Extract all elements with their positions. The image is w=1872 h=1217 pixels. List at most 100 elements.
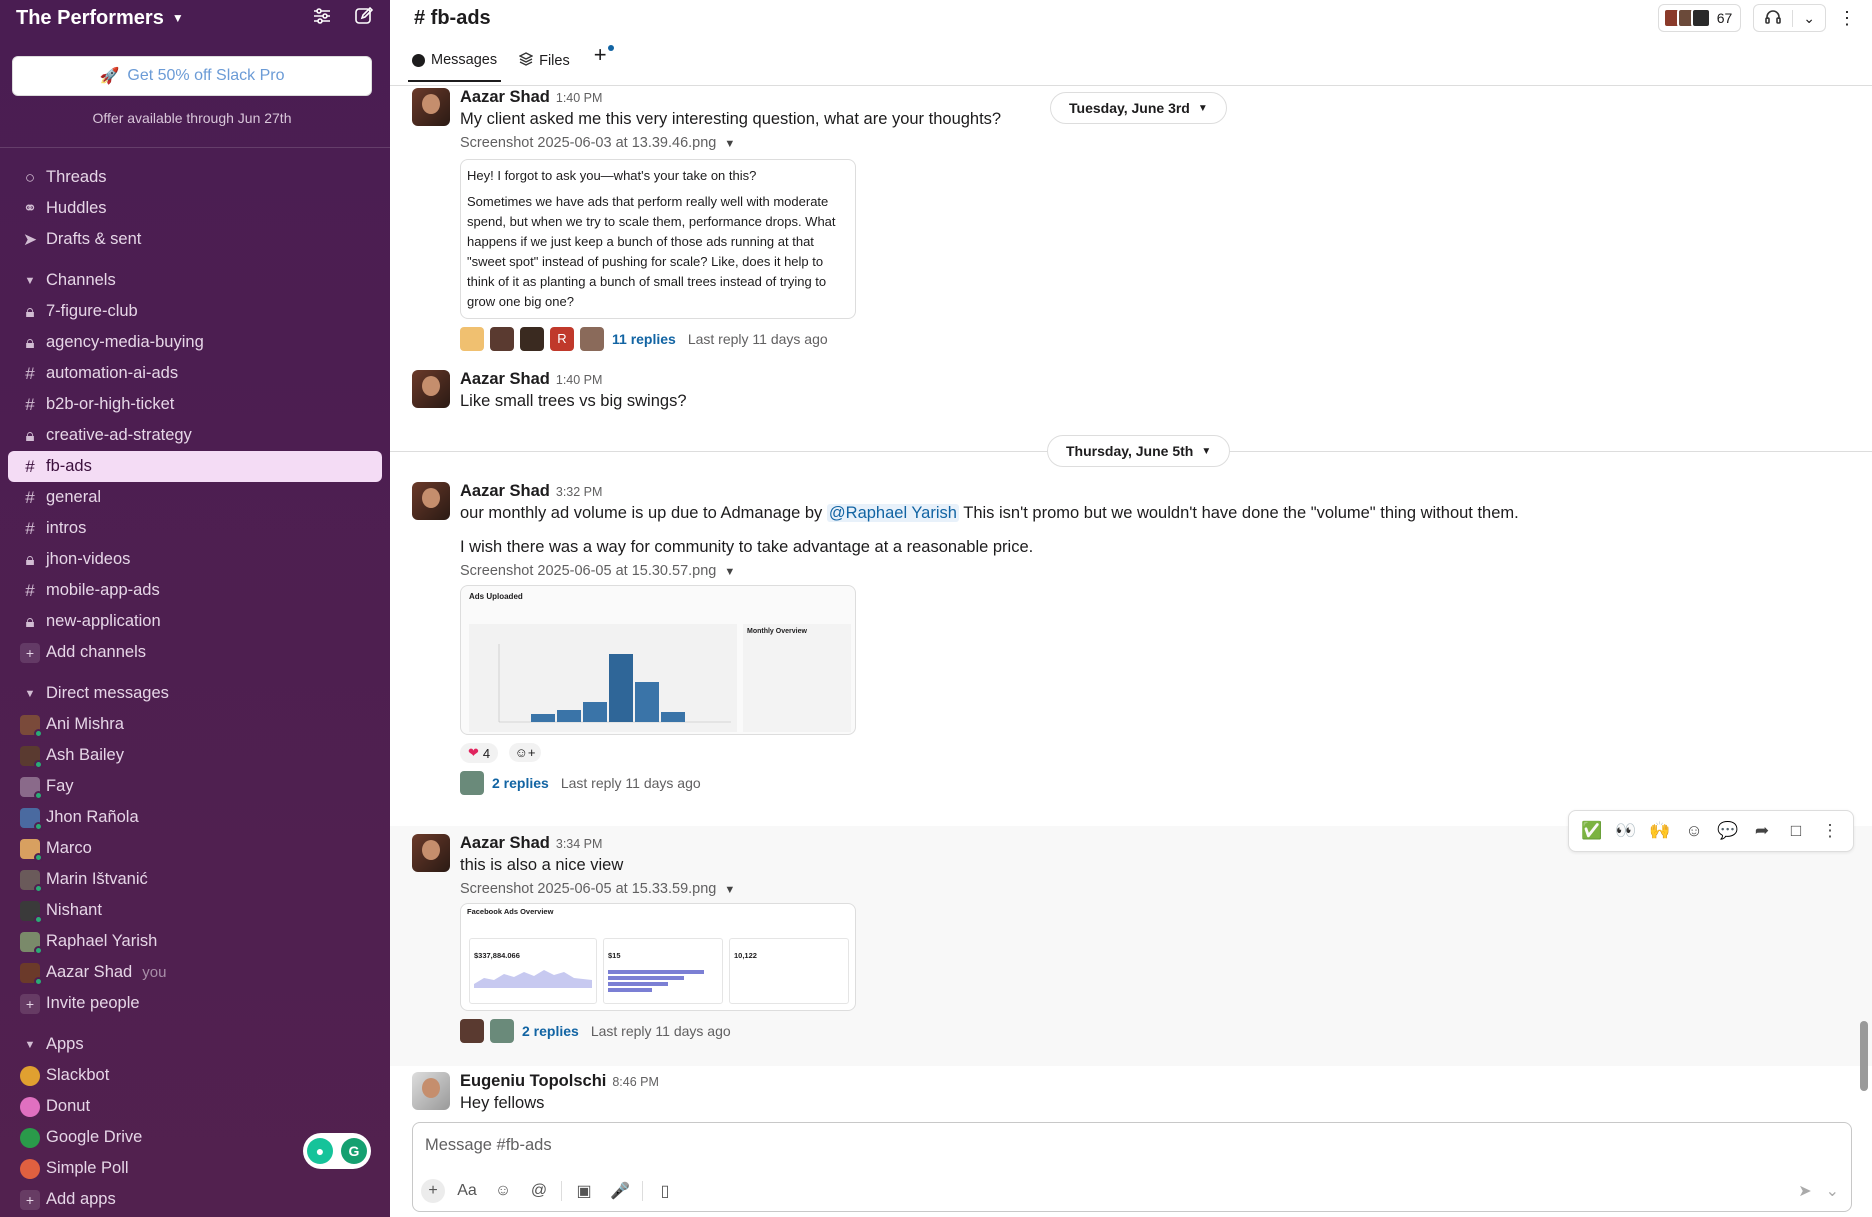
- sidebar-item-7-figure-club[interactable]: 🔒︎ 7-figure-club: [0, 296, 390, 327]
- emoji-icon[interactable]: ☺: [489, 1182, 517, 1200]
- caret-down-icon[interactable]: ▼: [724, 884, 735, 896]
- add-tab-button[interactable]: +: [594, 42, 614, 78]
- more-vertical-icon[interactable]: ⋮: [1813, 821, 1847, 841]
- plus-icon[interactable]: +: [421, 1179, 445, 1203]
- sidebar-item-drafts-sent[interactable]: ➤ Drafts & sent: [0, 224, 390, 255]
- sidebar-item-threads[interactable]: ○ Threads: [0, 162, 390, 193]
- sidebar-item-dm[interactable]: Ash Bailey: [0, 740, 390, 771]
- file-name[interactable]: Screenshot 2025-06-03 at 13.39.46.png ▼: [460, 135, 1852, 151]
- more-vertical-icon[interactable]: ⋮: [1838, 8, 1856, 29]
- author-name[interactable]: Aazar Shad: [460, 834, 550, 852]
- reaction-heart[interactable]: ❤ 4: [460, 743, 499, 763]
- scrollbar[interactable]: [1860, 1021, 1868, 1091]
- sidebar-item-dm[interactable]: Aazar Shad you: [0, 957, 390, 988]
- tab-messages[interactable]: Messages: [408, 46, 502, 82]
- avatar[interactable]: [412, 1072, 450, 1110]
- chevron-down-icon[interactable]: ⌄: [1826, 1181, 1839, 1201]
- replies-link[interactable]: 2 replies: [522, 1023, 579, 1039]
- message-input[interactable]: Message #fb-ads: [425, 1136, 552, 1155]
- sidebar-item-dm[interactable]: Jhon Rañola: [0, 802, 390, 833]
- chevron-down-icon[interactable]: ▼: [172, 11, 184, 25]
- file-name[interactable]: Screenshot 2025-06-05 at 15.33.59.png ▼: [460, 881, 1852, 897]
- thread-summary[interactable]: 2 replies Last reply 11 days ago: [460, 1019, 1852, 1043]
- sidebar-item-dm[interactable]: Marco: [0, 833, 390, 864]
- replies-link[interactable]: 2 replies: [492, 775, 549, 791]
- grammarly-widget[interactable]: ● G: [303, 1133, 371, 1169]
- sidebar-item-new-application[interactable]: 🔒︎ new-application: [0, 606, 390, 637]
- upgrade-promo-button[interactable]: 🚀 Get 50% off Slack Pro: [12, 56, 372, 96]
- timestamp[interactable]: 3:34 PM: [556, 837, 603, 851]
- compose-icon[interactable]: [354, 6, 374, 31]
- timestamp[interactable]: 1:40 PM: [556, 91, 603, 105]
- author-name[interactable]: Aazar Shad: [460, 88, 550, 106]
- apps-section-header[interactable]: ▼ Apps: [0, 1029, 390, 1060]
- sidebar-item-dm[interactable]: Marin Ištvanić: [0, 864, 390, 895]
- sidebar-item-dm[interactable]: Nishant: [0, 895, 390, 926]
- grammarly-icon[interactable]: G: [341, 1138, 367, 1164]
- video-icon[interactable]: ▣: [570, 1181, 598, 1201]
- replies-link[interactable]: 11 replies: [612, 331, 676, 347]
- eyes-emoji-icon[interactable]: 👀: [1609, 821, 1643, 841]
- members-button[interactable]: 67: [1657, 4, 1742, 32]
- sidebar-item-general[interactable]: # general: [0, 482, 390, 513]
- bookmark-icon[interactable]: □: [1779, 821, 1813, 841]
- workspace-name[interactable]: The Performers: [16, 7, 164, 30]
- sidebar-item-dm[interactable]: Raphael Yarish: [0, 926, 390, 957]
- caret-down-icon[interactable]: ▼: [724, 138, 735, 150]
- sidebar-item-app[interactable]: Slackbot: [0, 1060, 390, 1091]
- chevron-down-icon[interactable]: ⌄: [1792, 9, 1825, 27]
- sidebar-item-creative-ad-strategy[interactable]: 🔒︎ creative-ad-strategy: [0, 420, 390, 451]
- headphones-icon[interactable]: [1754, 8, 1792, 29]
- sidebar-item-automation-ai-ads[interactable]: # automation-ai-ads: [0, 358, 390, 389]
- invite-people-button[interactable]: + Invite people: [0, 988, 390, 1019]
- avatar[interactable]: [412, 834, 450, 872]
- image-attachment[interactable]: Hey! I forgot to ask you—what's your tak…: [460, 159, 856, 319]
- image-attachment[interactable]: Facebook Ads Overview $337,884.066 $15 1…: [460, 903, 856, 1011]
- user-mention[interactable]: @Raphael Yarish: [826, 504, 959, 522]
- sidebar-item-jhon-videos[interactable]: 🔒︎ jhon-videos: [0, 544, 390, 575]
- thread-summary[interactable]: 2 replies Last reply 11 days ago: [460, 771, 1852, 795]
- add-channels-button[interactable]: + Add channels: [0, 637, 390, 668]
- thread-summary[interactable]: R 11 replies Last reply 11 days ago: [460, 327, 1852, 351]
- workspace-header[interactable]: The Performers ▼: [0, 0, 390, 36]
- checkmark-emoji-icon[interactable]: ✅: [1575, 821, 1609, 841]
- tab-files[interactable]: Files: [515, 46, 574, 82]
- sidebar-item-dm[interactable]: Ani Mishra: [0, 709, 390, 740]
- reply-thread-icon[interactable]: 💬: [1711, 821, 1745, 841]
- caret-down-icon[interactable]: ▼: [724, 566, 735, 578]
- lightbulb-icon[interactable]: ●: [307, 1138, 333, 1164]
- file-name[interactable]: Screenshot 2025-06-05 at 15.30.57.png ▼: [460, 563, 1852, 579]
- formatting-icon[interactable]: Aa: [453, 1182, 481, 1200]
- date-divider-button[interactable]: Thursday, June 5th ▼: [1047, 435, 1231, 467]
- sidebar-item-dm[interactable]: Fay: [0, 771, 390, 802]
- channels-section-header[interactable]: ▼ Channels: [0, 265, 390, 296]
- filter-icon[interactable]: [312, 6, 332, 31]
- sidebar-item-huddles[interactable]: ⚭ Huddles: [0, 193, 390, 224]
- timestamp[interactable]: 1:40 PM: [556, 373, 603, 387]
- slash-command-icon[interactable]: ▯: [651, 1181, 679, 1201]
- avatar[interactable]: [412, 370, 450, 408]
- sidebar-item-agency-media-buying[interactable]: 🔒︎ agency-media-buying: [0, 327, 390, 358]
- sidebar-item-mobile-app-ads[interactable]: # mobile-app-ads: [0, 575, 390, 606]
- avatar[interactable]: [412, 88, 450, 126]
- author-name[interactable]: Eugeniu Topolschi: [460, 1072, 606, 1090]
- timestamp[interactable]: 3:32 PM: [556, 485, 603, 499]
- add-reaction-button[interactable]: ☺+: [508, 743, 542, 762]
- send-icon[interactable]: ➤: [1798, 1181, 1811, 1201]
- sidebar-item-app[interactable]: Donut: [0, 1091, 390, 1122]
- mention-icon[interactable]: @: [525, 1182, 553, 1200]
- microphone-icon[interactable]: 🎤: [606, 1181, 634, 1201]
- sidebar-item-b2b-or-high-ticket[interactable]: # b2b-or-high-ticket: [0, 389, 390, 420]
- timestamp[interactable]: 8:46 PM: [612, 1075, 659, 1089]
- channel-title[interactable]: # fb-ads: [414, 7, 491, 30]
- sidebar-item-fb-ads[interactable]: # fb-ads: [8, 451, 382, 482]
- huddle-button[interactable]: ⌄: [1753, 4, 1826, 32]
- sidebar-item-intros[interactable]: # intros: [0, 513, 390, 544]
- author-name[interactable]: Aazar Shad: [460, 370, 550, 388]
- author-name[interactable]: Aazar Shad: [460, 482, 550, 500]
- avatar[interactable]: [412, 482, 450, 520]
- dms-section-header[interactable]: ▼ Direct messages: [0, 678, 390, 709]
- forward-icon[interactable]: ➦: [1745, 821, 1779, 841]
- add-apps-button[interactable]: + Add apps: [0, 1184, 390, 1215]
- message-composer[interactable]: Message #fb-ads + Aa ☺ @ ▣ 🎤 ▯ ➤ ⌄: [412, 1122, 1852, 1212]
